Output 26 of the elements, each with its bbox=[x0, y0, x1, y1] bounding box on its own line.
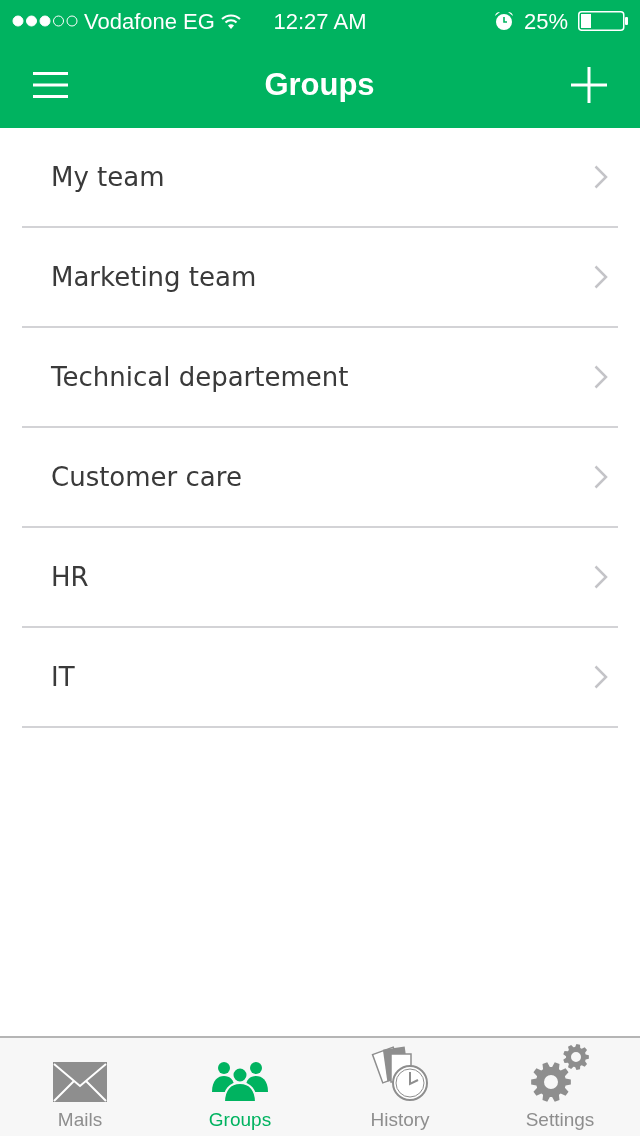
group-row[interactable]: HR bbox=[22, 528, 618, 628]
chevron-right-icon bbox=[594, 165, 608, 189]
battery-percent: 25% bbox=[523, 7, 568, 36]
alarm-clock-icon bbox=[493, 11, 514, 31]
chevron-right-icon bbox=[594, 365, 608, 389]
group-row[interactable]: My team bbox=[22, 128, 618, 228]
menu-icon[interactable] bbox=[33, 72, 68, 98]
group-row[interactable]: Customer care bbox=[22, 428, 618, 528]
carrier-name: Vodafone EG bbox=[84, 7, 215, 36]
chevron-right-icon bbox=[594, 565, 608, 589]
chevron-right-icon bbox=[594, 465, 608, 489]
status-time: 12:27 AM bbox=[273, 7, 367, 36]
page-title: Groups bbox=[264, 65, 375, 104]
chevron-right-icon bbox=[594, 265, 608, 289]
plus-icon[interactable] bbox=[571, 67, 607, 103]
wifi-icon bbox=[220, 13, 241, 29]
gears-icon bbox=[531, 1044, 589, 1102]
group-row[interactable]: IT bbox=[22, 628, 618, 728]
battery-icon bbox=[578, 11, 628, 31]
papers-clock-icon bbox=[371, 1044, 429, 1102]
chevron-right-icon bbox=[594, 665, 608, 689]
envelope-icon bbox=[53, 1062, 107, 1102]
people-icon bbox=[212, 1062, 268, 1102]
group-row[interactable]: Marketing team bbox=[22, 228, 618, 328]
group-row[interactable]: Technical departement bbox=[22, 328, 618, 428]
signal-icon bbox=[12, 15, 78, 27]
